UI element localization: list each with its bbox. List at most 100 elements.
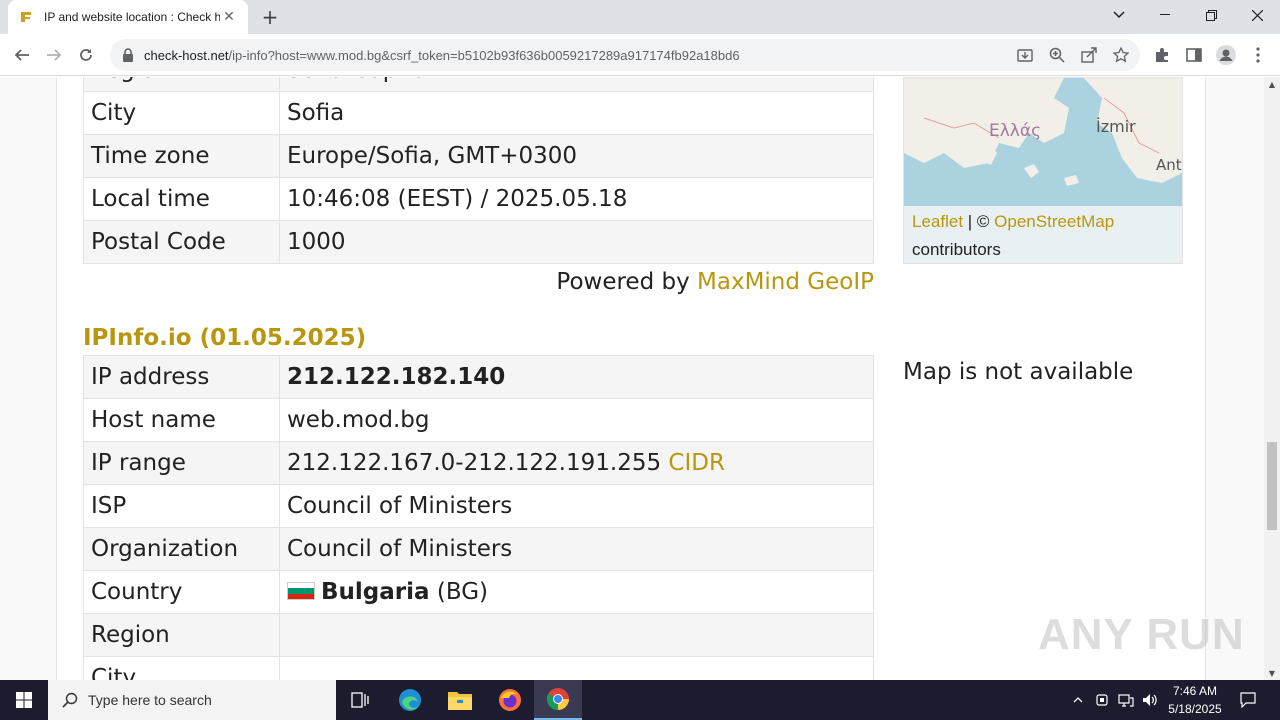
table-row: Region	[83, 613, 874, 657]
country-name: Bulgaria	[321, 579, 430, 605]
taskbar-search-box[interactable]: Type here to search	[48, 680, 336, 720]
scroll-down-icon[interactable]: ▼	[1264, 666, 1280, 680]
table-row: ISP Council of Ministers	[83, 484, 874, 528]
page-viewport: RegionSofia-Capital City Sofia Time zoneE…	[0, 77, 1264, 680]
reload-icon[interactable]	[73, 42, 99, 68]
map-widget: Ελλάς İzmir Ant Leaflet | © OpenStreetMa…	[903, 77, 1183, 264]
search-placeholder: Type here to search	[88, 692, 212, 708]
row-key: Postal Code	[83, 220, 280, 264]
taskbar-clock[interactable]: 7:46 AM 5/18/2025	[1160, 682, 1230, 718]
notifications-icon[interactable]	[1238, 690, 1258, 710]
scroll-thumb[interactable]	[1267, 442, 1277, 530]
network-icon[interactable]	[1116, 690, 1136, 710]
ip-range-value: 212.122.167.0-212.122.191.255 CIDR	[279, 441, 874, 485]
url-path: /ip-info?host=www.mod.bg&csrf_token=b510…	[228, 47, 740, 63]
row-key: Region	[83, 77, 280, 92]
scroll-up-icon[interactable]: ▲	[1264, 77, 1280, 91]
map-tile[interactable]: Ελλάς İzmir Ant	[904, 78, 1182, 206]
url-text: check-host.net/ip-info?host=www.mod.bg&c…	[144, 48, 740, 63]
map-label-izmir: İzmir	[1096, 117, 1136, 136]
ip-range-text: 212.122.167.0-212.122.191.255	[287, 450, 669, 476]
attribution-contributors: contributors	[912, 240, 1001, 259]
table-row: Local time 10:46:08 (EEST) / 2025.05.18	[83, 177, 874, 221]
zoom-icon[interactable]	[1048, 46, 1066, 64]
browser-toolbar: check-host.net/ip-info?host=www.mod.bg&c…	[0, 34, 1280, 76]
row-value: Europe/Sofia, GMT+0300	[279, 134, 874, 178]
tab-search-icon[interactable]	[1096, 0, 1142, 30]
task-view-icon[interactable]	[336, 680, 384, 720]
country-value: Bulgaria (BG)	[279, 570, 874, 614]
browser-tab[interactable]: IP and website location : Check h ✕	[8, 0, 248, 34]
url-host: check-host.net	[144, 47, 229, 63]
browser-titlebar: IP and website location : Check h ✕ +	[0, 0, 1280, 34]
restore-icon[interactable]	[1188, 0, 1234, 30]
ip-address-value: 212.122.182.140	[279, 355, 874, 399]
ipinfo-section-title: IPInfo.io (01.05.2025)	[83, 325, 367, 351]
attribution-separator: | ©	[963, 212, 995, 231]
maxmind-link[interactable]: MaxMind GeoIP	[697, 269, 874, 295]
anyrun-watermark: ANY RUN	[1038, 610, 1245, 659]
tray-device-icon[interactable]	[1092, 690, 1112, 710]
windows-start-icon[interactable]	[0, 680, 48, 720]
tab-title: IP and website location : Check h	[44, 10, 220, 24]
powered-prefix: Powered by	[556, 269, 698, 295]
openstreetmap-link[interactable]: OpenStreetMap	[994, 212, 1114, 231]
table-row: City	[83, 656, 874, 680]
volume-icon[interactable]	[1140, 690, 1160, 710]
page-scrollbar[interactable]: ▲ ▼	[1264, 77, 1280, 680]
country-code: (BG)	[429, 579, 488, 605]
lock-icon[interactable]	[122, 48, 136, 62]
side-panel-icon[interactable]	[1184, 45, 1204, 65]
bookmark-star-icon[interactable]	[1112, 46, 1130, 64]
tray-chevron-icon[interactable]	[1068, 690, 1088, 710]
table-row: Organization Council of Ministers	[83, 527, 874, 571]
table-row: IP range 212.122.167.0-212.122.191.255 CI…	[83, 441, 874, 485]
table-row: IP address 212.122.182.140	[83, 355, 874, 399]
table-row: Host name web.mod.bg	[83, 398, 874, 442]
chrome-taskbar-icon[interactable]	[534, 680, 582, 720]
table-row: Time zone Europe/Sofia, GMT+0300	[83, 134, 874, 178]
map-label-ant: Ant	[1156, 156, 1182, 174]
new-tab-button[interactable]: +	[258, 5, 282, 29]
clock-time: 7:46 AM	[1172, 684, 1218, 698]
tab-close-icon[interactable]: ✕	[220, 8, 238, 26]
geo-table-maxmind: RegionSofia-Capital CitySofia Time zoneE…	[83, 77, 874, 264]
cidr-link[interactable]: CIDR	[668, 450, 725, 476]
site-favicon-icon	[18, 9, 34, 25]
powered-by-text: Powered by MaxMind GeoIP	[83, 269, 874, 295]
row-key: Region	[83, 613, 280, 657]
map-attribution: Leaflet | © OpenStreetMap contributors	[912, 208, 1114, 264]
share-icon[interactable]	[1080, 46, 1098, 64]
leaflet-link[interactable]: Leaflet	[912, 212, 963, 231]
extensions-icon[interactable]	[1152, 45, 1172, 65]
row-value: 1000	[279, 220, 874, 264]
clock-date: 5/18/2025	[1168, 702, 1222, 716]
table-row: Postal Code 1000	[83, 220, 874, 264]
host-name-value: web.mod.bg	[279, 398, 874, 442]
row-key: City	[83, 656, 280, 680]
row-key: Time zone	[83, 134, 280, 178]
file-explorer-icon[interactable]	[436, 680, 484, 720]
menu-kebab-icon[interactable]	[1248, 45, 1268, 65]
firefox-icon[interactable]	[486, 680, 534, 720]
profile-avatar-icon[interactable]	[1216, 45, 1236, 65]
map-not-available-text: Map is not available	[903, 359, 1134, 385]
forward-icon[interactable]	[41, 42, 67, 68]
page-content: RegionSofia-Capital City Sofia Time zoneE…	[56, 77, 1206, 680]
edge-browser-icon[interactable]	[386, 680, 434, 720]
close-window-icon[interactable]	[1234, 0, 1280, 30]
table-row: RegionSofia-Capital	[83, 77, 874, 92]
bulgaria-flag-icon	[287, 582, 315, 600]
back-icon[interactable]	[9, 42, 35, 68]
row-key: Organization	[83, 527, 280, 571]
row-key: IP address	[83, 355, 280, 399]
address-bar[interactable]: check-host.net/ip-info?host=www.mod.bg&c…	[110, 39, 1140, 71]
geo-table-ipinfo: IP address 212.122.182.140 Host name web.m…	[83, 355, 874, 680]
row-key: ISP	[83, 484, 280, 528]
search-icon	[62, 692, 78, 708]
organization-value: Council of Ministers	[279, 527, 874, 571]
install-app-icon[interactable]	[1016, 46, 1034, 64]
minimize-icon[interactable]	[1142, 0, 1188, 30]
table-row: Country Bulgaria (BG)	[83, 570, 874, 614]
row-value: Sofia	[279, 91, 874, 135]
